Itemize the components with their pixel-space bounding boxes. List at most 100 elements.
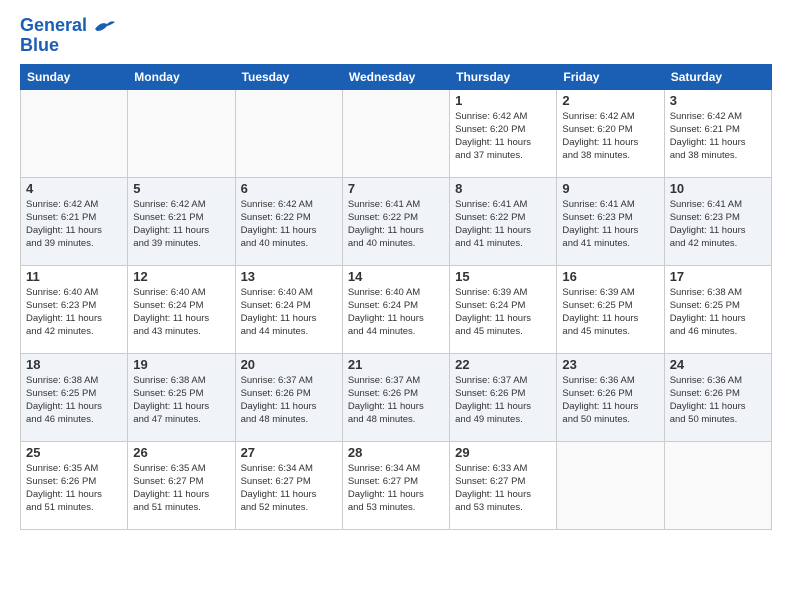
day-number: 29 [455,445,551,460]
calendar-week-row: 25Sunrise: 6:35 AM Sunset: 6:26 PM Dayli… [21,441,772,529]
calendar-cell: 6 Sunrise: 6:42 AM Sunset: 6:22 PM Daylig… [235,177,342,265]
day-info: Sunrise: 6:38 AM Sunset: 6:25 PM Dayligh… [670,286,766,339]
day-number: 13 [241,269,337,284]
calendar-cell: 14 Sunrise: 6:40 AM Sunset: 6:24 PM Dayli… [342,265,449,353]
calendar-cell: 23 Sunrise: 6:36 AM Sunset: 6:26 PM Dayli… [557,353,664,441]
calendar-cell: 12 Sunrise: 6:40 AM Sunset: 6:24 PM Dayli… [128,265,235,353]
weekday-header-sunday: Sunday [21,64,128,89]
calendar-cell [664,441,771,529]
calendar-week-row: 11 Sunrise: 6:40 AM Sunset: 6:23 PM Dayli… [21,265,772,353]
calendar-week-row: 18 Sunrise: 6:38 AM Sunset: 6:25 PM Dayli… [21,353,772,441]
calendar-cell: 4 Sunrise: 6:42 AM Sunset: 6:21 PM Daylig… [21,177,128,265]
day-info: Sunrise: 6:38 AM Sunset: 6:25 PM Dayligh… [26,374,122,427]
day-number: 28 [348,445,444,460]
header: General Blue [20,16,772,56]
day-info: Sunrise: 6:40 AM Sunset: 6:24 PM Dayligh… [348,286,444,339]
day-number: 18 [26,357,122,372]
page: General Blue SundayMondayTuesdayWednesda… [0,0,792,612]
day-number: 24 [670,357,766,372]
calendar-cell: 1 Sunrise: 6:42 AM Sunset: 6:20 PM Daylig… [450,89,557,177]
day-info: Sunrise: 6:40 AM Sunset: 6:24 PM Dayligh… [133,286,229,339]
day-info: Sunrise: 6:42 AM Sunset: 6:20 PM Dayligh… [455,110,551,163]
day-info: Sunrise: 6:36 AM Sunset: 6:26 PM Dayligh… [562,374,658,427]
calendar-table: SundayMondayTuesdayWednesdayThursdayFrid… [20,64,772,530]
day-info: Sunrise: 6:42 AM Sunset: 6:21 PM Dayligh… [670,110,766,163]
calendar-week-row: 4 Sunrise: 6:42 AM Sunset: 6:21 PM Daylig… [21,177,772,265]
calendar-cell [342,89,449,177]
calendar-cell: 17 Sunrise: 6:38 AM Sunset: 6:25 PM Dayli… [664,265,771,353]
day-number: 7 [348,181,444,196]
day-info: Sunrise: 6:42 AM Sunset: 6:21 PM Dayligh… [133,198,229,251]
day-info: Sunrise: 6:39 AM Sunset: 6:25 PM Dayligh… [562,286,658,339]
day-info: Sunrise: 6:37 AM Sunset: 6:26 PM Dayligh… [348,374,444,427]
day-info: Sunrise: 6:39 AM Sunset: 6:24 PM Dayligh… [455,286,551,339]
calendar-cell: 18 Sunrise: 6:38 AM Sunset: 6:25 PM Dayli… [21,353,128,441]
calendar-cell: 2Sunrise: 6:42 AM Sunset: 6:20 PM Daylig… [557,89,664,177]
day-number: 12 [133,269,229,284]
calendar-cell: 3 Sunrise: 6:42 AM Sunset: 6:21 PM Daylig… [664,89,771,177]
day-number: 9 [562,181,658,196]
weekday-header-tuesday: Tuesday [235,64,342,89]
calendar-cell: 20 Sunrise: 6:37 AM Sunset: 6:26 PM Dayli… [235,353,342,441]
day-info: Sunrise: 6:36 AM Sunset: 6:26 PM Dayligh… [670,374,766,427]
day-info: Sunrise: 6:34 AM Sunset: 6:27 PM Dayligh… [241,462,337,515]
day-number: 2 [562,93,658,108]
day-info: Sunrise: 6:35 AM Sunset: 6:27 PM Dayligh… [133,462,229,515]
day-number: 27 [241,445,337,460]
day-info: Sunrise: 6:41 AM Sunset: 6:22 PM Dayligh… [455,198,551,251]
calendar-cell: 7 Sunrise: 6:41 AM Sunset: 6:22 PM Daylig… [342,177,449,265]
day-number: 1 [455,93,551,108]
calendar-cell: 27 Sunrise: 6:34 AM Sunset: 6:27 PM Dayli… [235,441,342,529]
day-number: 5 [133,181,229,196]
day-info: Sunrise: 6:33 AM Sunset: 6:27 PM Dayligh… [455,462,551,515]
bird-icon [93,19,115,33]
day-number: 6 [241,181,337,196]
logo-area: General Blue [20,16,115,56]
day-info: Sunrise: 6:41 AM Sunset: 6:22 PM Dayligh… [348,198,444,251]
day-number: 10 [670,181,766,196]
calendar-cell [21,89,128,177]
calendar-cell: 5 Sunrise: 6:42 AM Sunset: 6:21 PM Daylig… [128,177,235,265]
day-info: Sunrise: 6:40 AM Sunset: 6:23 PM Dayligh… [26,286,122,339]
day-number: 16 [562,269,658,284]
calendar-cell: 29 Sunrise: 6:33 AM Sunset: 6:27 PM Dayli… [450,441,557,529]
day-number: 20 [241,357,337,372]
calendar-cell: 9 Sunrise: 6:41 AM Sunset: 6:23 PM Daylig… [557,177,664,265]
calendar-cell: 26 Sunrise: 6:35 AM Sunset: 6:27 PM Dayli… [128,441,235,529]
day-info: Sunrise: 6:34 AM Sunset: 6:27 PM Dayligh… [348,462,444,515]
calendar-cell [128,89,235,177]
weekday-header-saturday: Saturday [664,64,771,89]
calendar-cell: 16 Sunrise: 6:39 AM Sunset: 6:25 PM Dayli… [557,265,664,353]
day-number: 11 [26,269,122,284]
calendar-cell: 11 Sunrise: 6:40 AM Sunset: 6:23 PM Dayli… [21,265,128,353]
day-number: 4 [26,181,122,196]
day-info: Sunrise: 6:41 AM Sunset: 6:23 PM Dayligh… [670,198,766,251]
day-number: 23 [562,357,658,372]
calendar-cell: 13 Sunrise: 6:40 AM Sunset: 6:24 PM Dayli… [235,265,342,353]
day-number: 19 [133,357,229,372]
day-info: Sunrise: 6:42 AM Sunset: 6:22 PM Dayligh… [241,198,337,251]
logo-text: General [20,16,115,36]
day-info: Sunrise: 6:40 AM Sunset: 6:24 PM Dayligh… [241,286,337,339]
calendar-cell: 28 Sunrise: 6:34 AM Sunset: 6:27 PM Dayli… [342,441,449,529]
day-info: Sunrise: 6:42 AM Sunset: 6:21 PM Dayligh… [26,198,122,251]
calendar-week-row: 1 Sunrise: 6:42 AM Sunset: 6:20 PM Daylig… [21,89,772,177]
day-info: Sunrise: 6:35 AM Sunset: 6:26 PM Dayligh… [26,462,122,515]
day-number: 22 [455,357,551,372]
day-number: 14 [348,269,444,284]
calendar-cell: 21Sunrise: 6:37 AM Sunset: 6:26 PM Dayli… [342,353,449,441]
day-info: Sunrise: 6:37 AM Sunset: 6:26 PM Dayligh… [241,374,337,427]
calendar-cell [557,441,664,529]
day-info: Sunrise: 6:37 AM Sunset: 6:26 PM Dayligh… [455,374,551,427]
calendar-cell: 19Sunrise: 6:38 AM Sunset: 6:25 PM Dayli… [128,353,235,441]
logo-blue: Blue [20,36,115,56]
day-number: 17 [670,269,766,284]
day-number: 15 [455,269,551,284]
calendar-cell: 22 Sunrise: 6:37 AM Sunset: 6:26 PM Dayli… [450,353,557,441]
weekday-header-row: SundayMondayTuesdayWednesdayThursdayFrid… [21,64,772,89]
calendar-cell: 25Sunrise: 6:35 AM Sunset: 6:26 PM Dayli… [21,441,128,529]
day-number: 26 [133,445,229,460]
day-number: 3 [670,93,766,108]
day-info: Sunrise: 6:41 AM Sunset: 6:23 PM Dayligh… [562,198,658,251]
weekday-header-friday: Friday [557,64,664,89]
